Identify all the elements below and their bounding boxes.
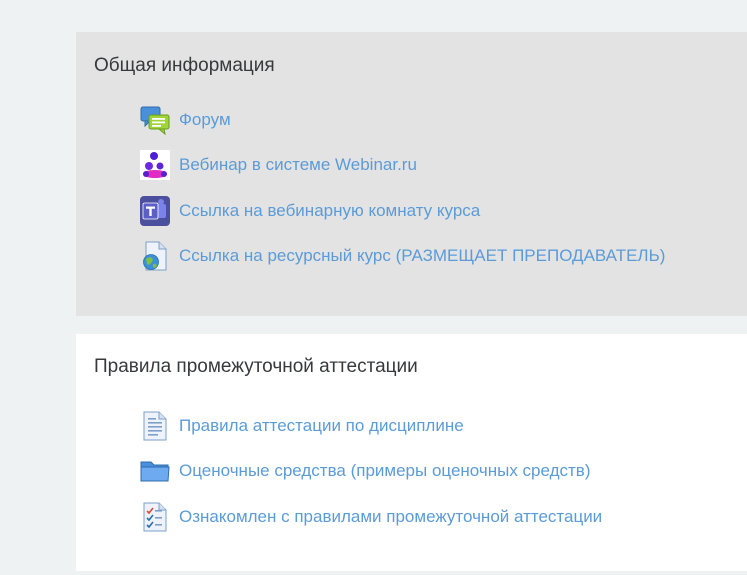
activity-label: Ссылка на ресурсный курс (РАЗМЕЩАЕТ ПРЕП… [179, 246, 666, 265]
page-icon [143, 411, 167, 441]
activity-forum[interactable]: Форум [140, 104, 231, 136]
activity-acknowledgement-checklist[interactable]: Ознакомлен с правилами промежуточной атт… [140, 501, 602, 533]
activity-webinar[interactable]: Вебинар в системе Webinar.ru [140, 149, 417, 181]
activity-assessment-materials-folder[interactable]: Оценочные средства (примеры оценочных ср… [140, 455, 591, 487]
activity-resource-course-link[interactable]: Ссылка на ресурсный курс (РАЗМЕЩАЕТ ПРЕП… [140, 240, 665, 272]
activity-attestation-rules-page[interactable]: Правила аттестации по дисциплине [140, 410, 464, 442]
activity-webinar-room-link[interactable]: Ссылка на вебинарную комнату курса [140, 195, 480, 227]
webinar-icon [140, 150, 170, 180]
folder-icon [140, 461, 170, 482]
activity-label: Правила аттестации по дисциплине [179, 416, 464, 435]
section-general-info: Общая информация Форум Вебинар в системе… [76, 32, 747, 316]
section-title: Правила промежуточной аттестации [94, 356, 418, 377]
activity-label: Форум [179, 110, 231, 129]
teams-icon [140, 196, 170, 226]
forum-icon [140, 106, 170, 135]
activity-label: Ознакомлен с правилами промежуточной атт… [179, 507, 603, 526]
activity-label: Ссылка на вебинарную комнату курса [179, 201, 481, 220]
section-title: Общая информация [94, 55, 275, 76]
url-globe-icon [143, 241, 167, 271]
checklist-icon [143, 502, 167, 532]
activity-label: Оценочные средства (примеры оценочных ср… [179, 461, 591, 480]
section-attestation-rules: Правила промежуточной аттестации Правила… [76, 334, 747, 571]
activity-label: Вебинар в системе Webinar.ru [179, 155, 417, 174]
